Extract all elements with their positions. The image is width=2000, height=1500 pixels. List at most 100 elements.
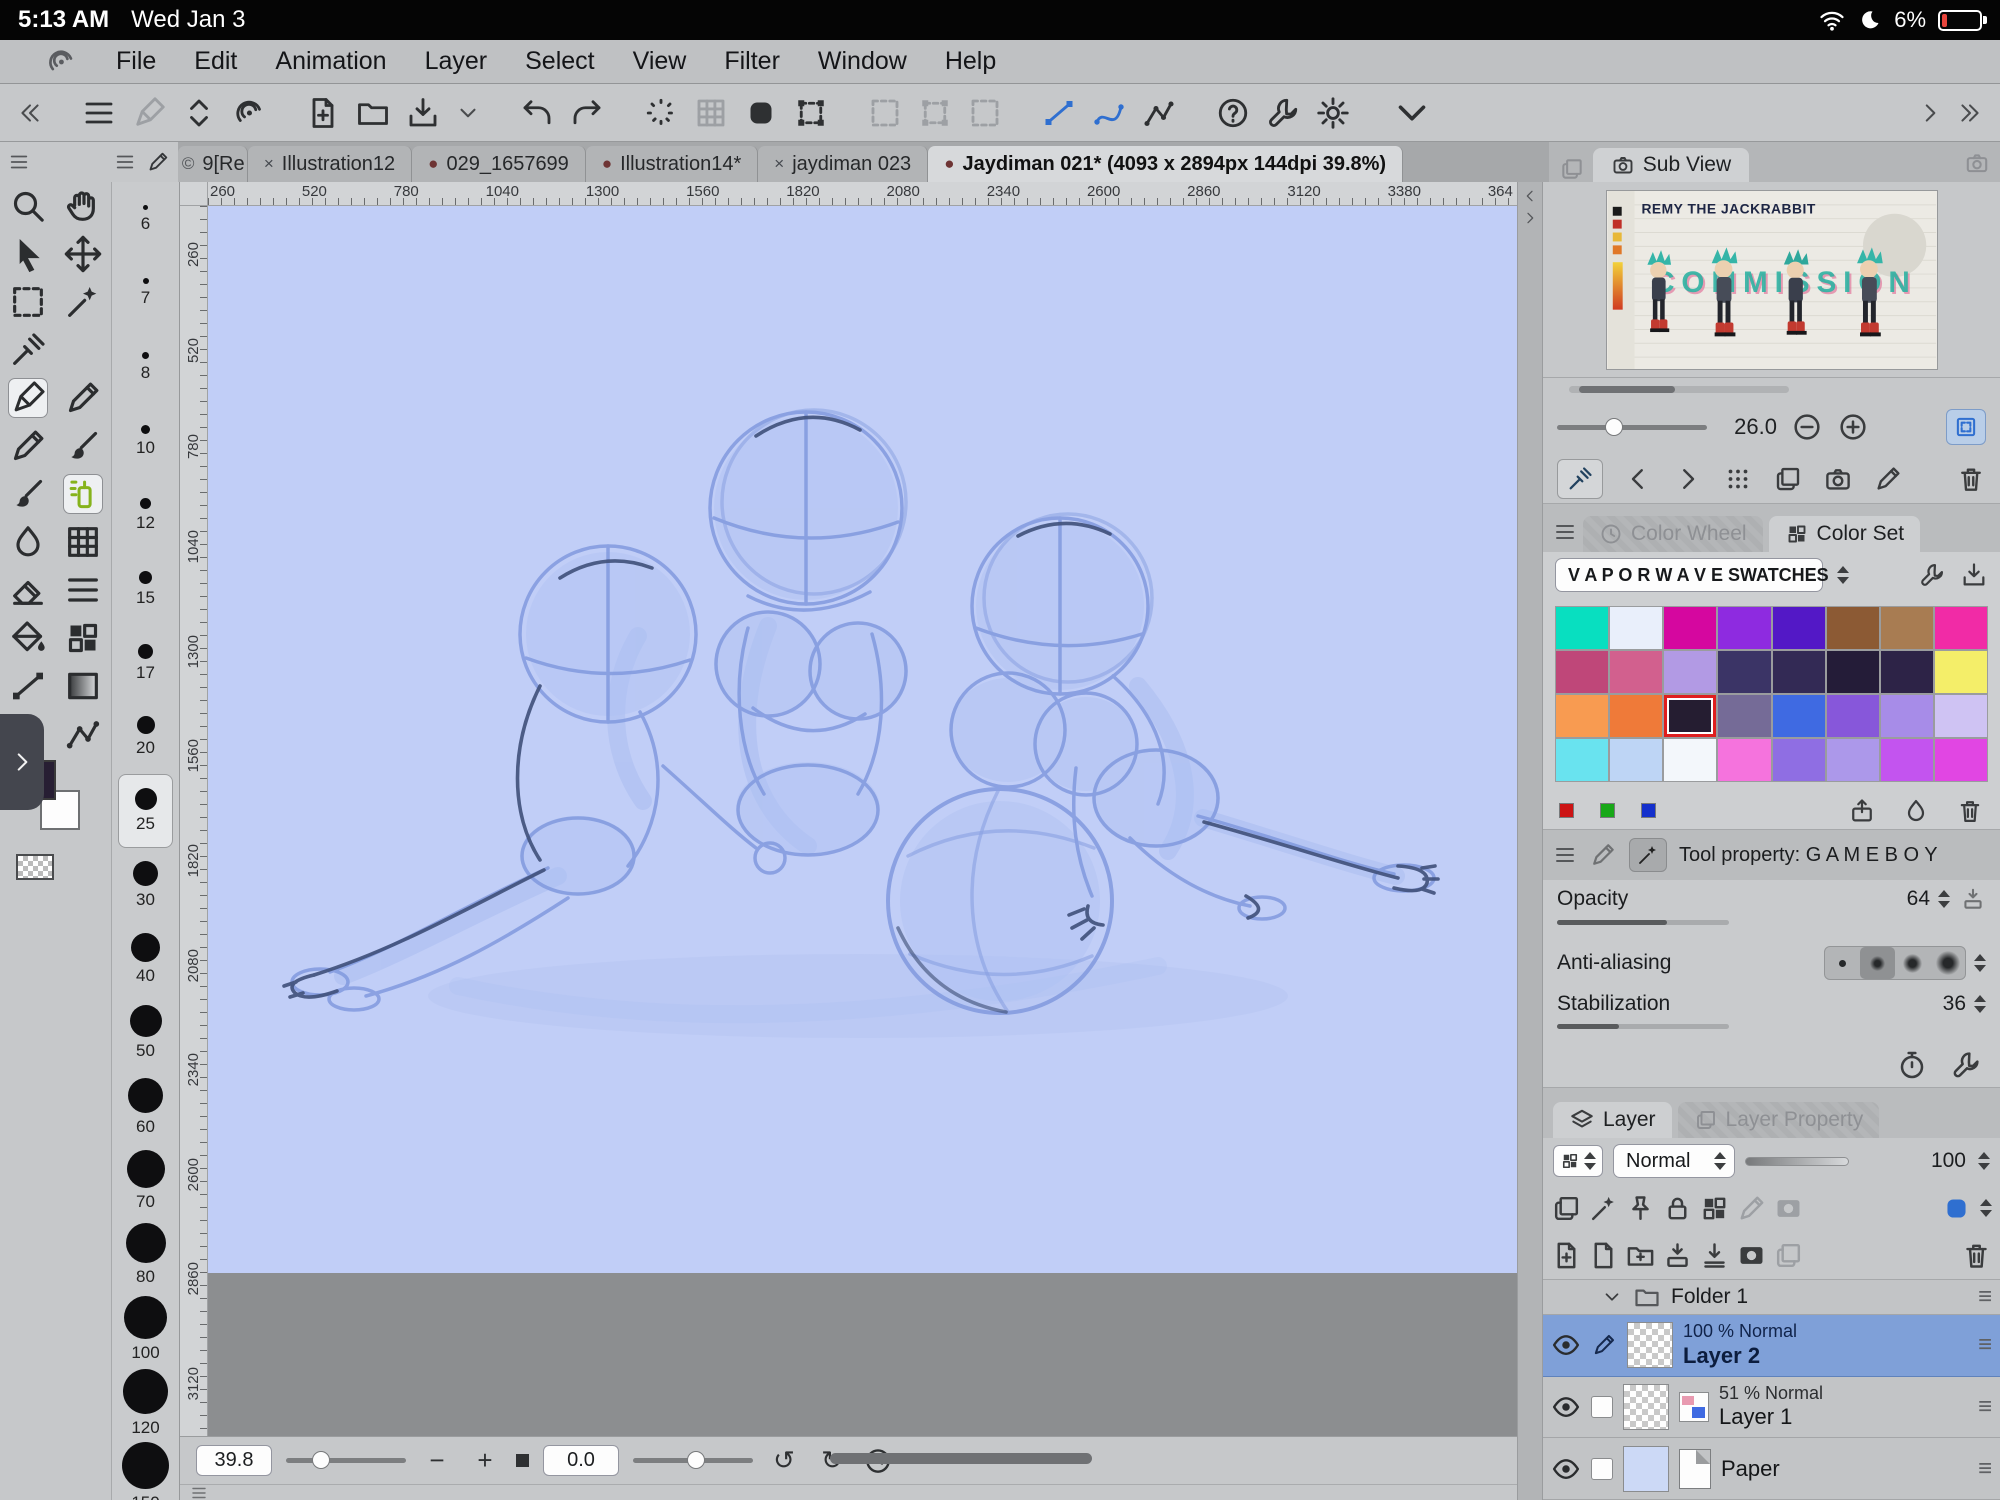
menu-item[interactable]: Layer <box>425 47 488 76</box>
color-swatch[interactable] <box>1881 651 1933 693</box>
tool-settings-icon[interactable] <box>1265 95 1301 131</box>
menu-item[interactable]: Window <box>818 47 907 76</box>
stabilization-value[interactable]: 36 <box>1943 992 1966 1016</box>
tab-marker-icon[interactable]: ● <box>602 154 612 174</box>
tool-drawer-handle[interactable] <box>0 714 44 810</box>
color-swatch[interactable] <box>1773 695 1825 737</box>
layer-grip[interactable]: ≡ <box>1978 1283 1992 1311</box>
brush-size-item[interactable]: 120 <box>118 1366 173 1440</box>
brush-plain-icon[interactable] <box>1589 841 1617 869</box>
auto-select-tool-icon[interactable] <box>63 282 103 322</box>
create-mask-icon[interactable] <box>1736 1240 1767 1271</box>
color-swatch[interactable] <box>1773 651 1825 693</box>
brush-size-item[interactable]: 150 <box>118 1440 173 1500</box>
subview-capture-icon[interactable] <box>1823 464 1853 494</box>
new-layer-folder-icon[interactable] <box>1625 1240 1656 1271</box>
snap-to-special-ruler-icon[interactable] <box>1091 95 1127 131</box>
reference-layer-icon[interactable] <box>1588 1193 1619 1224</box>
divider-chevron-left-icon[interactable] <box>1522 188 1538 204</box>
color-swatch[interactable] <box>1935 651 1987 693</box>
color-swatch[interactable] <box>1773 607 1825 649</box>
subview-fit-button[interactable] <box>1946 409 1986 445</box>
color-swatch[interactable] <box>1664 695 1716 737</box>
brush-size-item[interactable]: 20 <box>118 700 173 774</box>
figure-grid-tool-icon[interactable] <box>63 522 103 562</box>
layer-grip[interactable]: ≡ <box>1978 1331 1992 1359</box>
figure-tool-icon[interactable] <box>8 666 48 706</box>
brush-size-item[interactable]: 15 <box>118 552 173 626</box>
tab-sub-view[interactable]: Sub View <box>1593 148 1749 182</box>
deselect-icon[interactable] <box>643 95 679 131</box>
layer-color-icon[interactable] <box>1941 1193 1972 1224</box>
layer-opacity-value[interactable]: 100 <box>1931 1149 1966 1173</box>
color-swatch[interactable] <box>1718 739 1770 781</box>
scale-rotate-icon[interactable] <box>793 95 829 131</box>
clip-studio-logo-icon[interactable] <box>44 45 78 79</box>
pencil-tool-icon[interactable] <box>8 426 48 466</box>
layer-thumbnail[interactable] <box>1627 1322 1673 1368</box>
brush-size-item[interactable]: 25 <box>118 774 173 848</box>
color-swatch[interactable] <box>1556 651 1608 693</box>
size-panel-grip-icon[interactable] <box>114 151 136 173</box>
reset-tool-icon[interactable] <box>1896 1049 1928 1081</box>
color-set-import-icon[interactable] <box>1960 561 1988 589</box>
operation-tool-icon[interactable] <box>8 234 48 274</box>
replace-swatch-icon[interactable] <box>1902 797 1930 825</box>
invert-selection-icon[interactable] <box>693 95 729 131</box>
color-swatch[interactable] <box>1610 695 1662 737</box>
collapse-left-pane-icon[interactable] <box>17 100 43 126</box>
antialiasing-stepper[interactable] <box>1974 954 1986 972</box>
subview-zoom-in-icon[interactable] <box>1837 411 1869 443</box>
apply-mask-icon[interactable] <box>1773 1240 1804 1271</box>
actual-size-button[interactable] <box>516 1454 529 1467</box>
color-swatch[interactable] <box>1556 739 1608 781</box>
clip-to-layer-below-icon[interactable] <box>1551 1193 1582 1224</box>
snap-to-ruler-icon[interactable] <box>1041 95 1077 131</box>
tab-layer[interactable]: Layer <box>1553 1102 1672 1138</box>
color-swatch[interactable] <box>1935 695 1987 737</box>
antialias-middle-button[interactable] <box>1895 947 1930 979</box>
brush-size-item[interactable]: 12 <box>118 478 173 552</box>
layer-row-layer1[interactable]: 51 % Normal Layer 1 ≡ <box>1543 1377 2000 1439</box>
layer-row-paper[interactable]: Paper ≡ <box>1543 1438 2000 1500</box>
divider-chevron-right-icon[interactable] <box>1522 210 1538 226</box>
pin-layer-icon[interactable] <box>1625 1193 1656 1224</box>
color-swatch[interactable] <box>1556 695 1608 737</box>
layer-select-checkbox[interactable] <box>1591 1458 1613 1480</box>
document-tab[interactable]: ● 029_1657699 <box>412 146 586 182</box>
layer-opacity-slider[interactable] <box>1745 1157 1849 1166</box>
quick-color-blue[interactable] <box>1641 803 1656 818</box>
touch-gesture-icon[interactable] <box>131 95 167 131</box>
rotate-left-button[interactable]: ↺ <box>767 1445 801 1476</box>
new-raster-layer-icon[interactable] <box>1551 1240 1582 1271</box>
color-swatch[interactable] <box>1935 607 1987 649</box>
color-swatch[interactable] <box>1881 695 1933 737</box>
brush-size-item[interactable]: 80 <box>118 1218 173 1292</box>
mapping-pen-tool-icon[interactable] <box>63 378 103 418</box>
menu-item[interactable]: File <box>116 47 156 76</box>
collapse-right-pane-icon[interactable] <box>1957 100 1983 126</box>
document-tab[interactable]: © 9[Re <box>178 146 248 182</box>
color-swatch[interactable] <box>1827 695 1879 737</box>
subview-prev-icon[interactable] <box>1623 464 1653 494</box>
layer-row-folder[interactable]: Folder 1 ≡ <box>1543 1280 2000 1315</box>
color-swatch[interactable] <box>1881 607 1933 649</box>
menu-item[interactable]: Animation <box>275 47 386 76</box>
reference-image[interactable]: REMY THE JACKRABBIT COMMISSION COMMISSIO… <box>1606 190 1938 370</box>
menu-item[interactable]: View <box>633 47 687 76</box>
add-swatch-icon[interactable] <box>1848 797 1876 825</box>
document-tab[interactable]: × jaydiman 023 <box>758 146 928 182</box>
crop-marquee-icon[interactable] <box>867 95 903 131</box>
color-swatch[interactable] <box>1664 607 1716 649</box>
color-swatch[interactable] <box>1718 607 1770 649</box>
redo-icon[interactable] <box>569 95 605 131</box>
main-menu-icon[interactable] <box>81 95 117 131</box>
layer-visible-eye-icon[interactable] <box>1551 1392 1581 1422</box>
help-icon[interactable] <box>1215 95 1251 131</box>
brush-size-item[interactable]: 60 <box>118 1070 173 1144</box>
blend-mode-select[interactable]: Normal <box>1613 1144 1735 1178</box>
brush-size-item[interactable]: 10 <box>118 404 173 478</box>
panel-dock-icon[interactable] <box>1559 156 1585 182</box>
brush-settings-button[interactable] <box>1629 838 1667 872</box>
hatching-tool-icon[interactable] <box>63 570 103 610</box>
